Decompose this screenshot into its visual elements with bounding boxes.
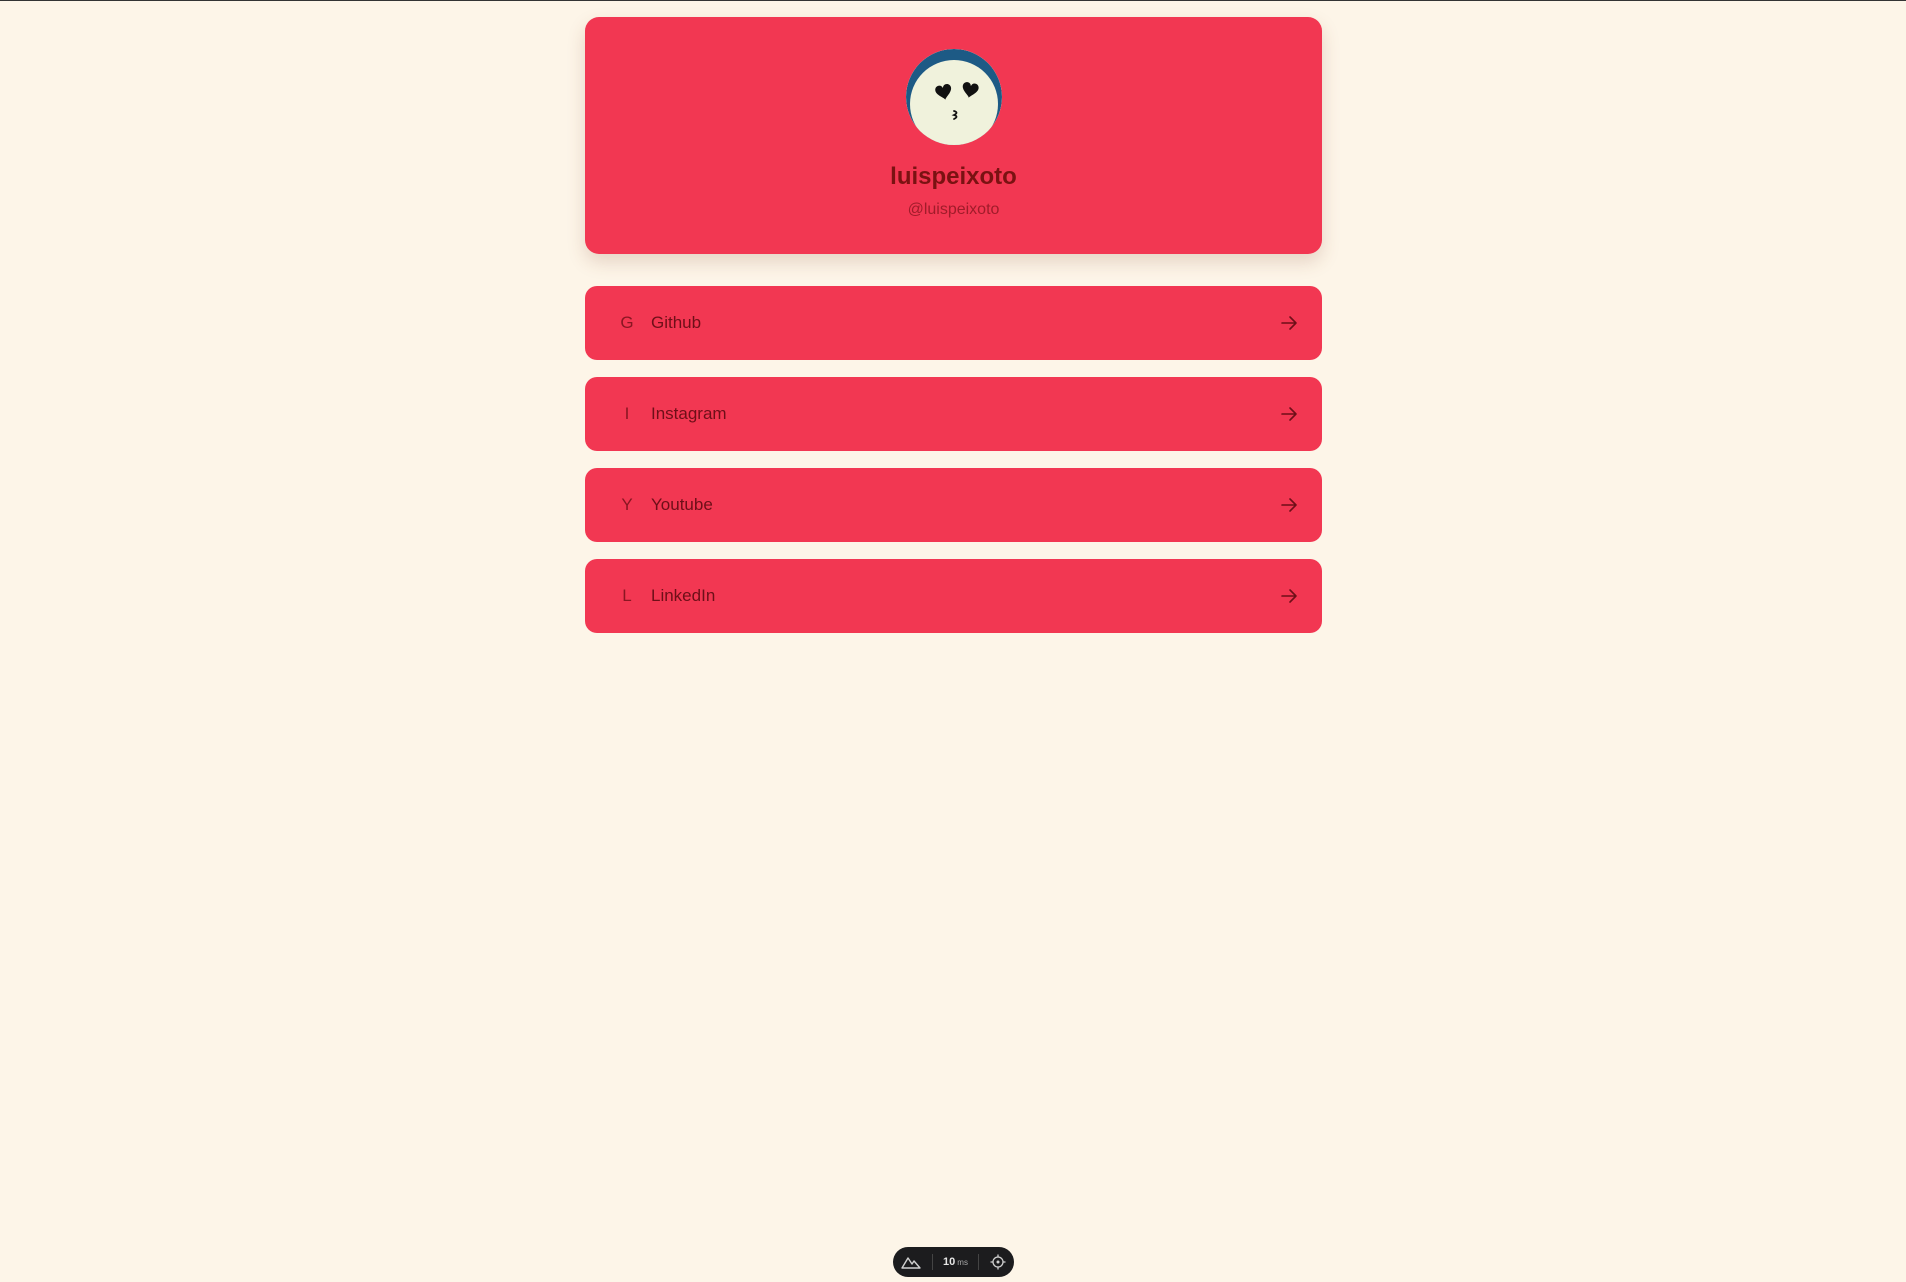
arrow-right-icon xyxy=(1278,585,1300,607)
arrow-right-icon xyxy=(1278,494,1300,516)
link-letter: Y xyxy=(621,495,633,514)
link-label: LinkedIn xyxy=(651,586,716,605)
arrow-right-icon xyxy=(1278,312,1300,334)
arrow-right-icon xyxy=(1278,403,1300,425)
toolbar-divider xyxy=(978,1254,980,1270)
kissing-face-heart-eyes-icon xyxy=(905,49,1002,145)
link-label: Youtube xyxy=(651,495,713,514)
link-list: G Github I Instagram Y Youtube L LinkedI… xyxy=(585,286,1322,633)
timing-unit: ms xyxy=(957,1258,968,1267)
link-instagram[interactable]: I Instagram xyxy=(585,377,1322,451)
timing-value: 10 xyxy=(943,1256,956,1268)
avatar xyxy=(905,49,1002,145)
profile-name: luispeixoto xyxy=(890,163,1017,190)
link-linkedin[interactable]: L LinkedIn xyxy=(585,559,1322,633)
profile-handle: @luispeixoto xyxy=(907,201,1000,218)
link-youtube[interactable]: Y Youtube xyxy=(585,468,1322,542)
dev-toolbar: 10 ms xyxy=(893,1247,1014,1277)
link-github[interactable]: G Github xyxy=(585,286,1322,360)
page-container: luispeixoto @luispeixoto G Github I Inst… xyxy=(585,17,1322,633)
mountain-logo-icon[interactable] xyxy=(901,1255,921,1269)
timing-readout[interactable]: 10 ms xyxy=(943,1256,968,1268)
link-label: Instagram xyxy=(651,404,727,423)
link-letter: I xyxy=(624,404,630,423)
link-letter: G xyxy=(620,313,634,332)
profile-card: luispeixoto @luispeixoto xyxy=(585,17,1322,254)
link-label: Github xyxy=(651,313,702,332)
toolbar-divider xyxy=(931,1254,933,1270)
link-letter: L xyxy=(622,586,632,605)
target-icon[interactable] xyxy=(990,1254,1006,1270)
